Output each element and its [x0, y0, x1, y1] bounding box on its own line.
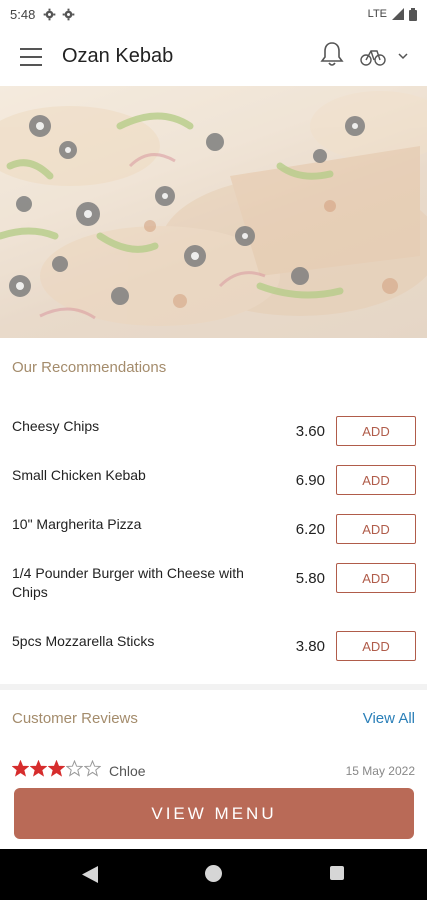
review-rating: [12, 760, 101, 777]
back-icon[interactable]: [82, 866, 98, 883]
status-bar: 5:48 LTE: [0, 0, 427, 28]
home-icon[interactable]: [205, 865, 222, 882]
notification-bell-icon[interactable]: [320, 40, 344, 68]
star-filled-icon: [30, 760, 47, 777]
page-title: Ozan Kebab: [62, 45, 174, 67]
add-button[interactable]: ADD: [336, 465, 416, 495]
status-time: 5:48: [10, 6, 36, 22]
status-indicators: LTE: [367, 7, 417, 21]
chevron-down-icon[interactable]: [397, 50, 409, 62]
settings-gear-icon: [43, 8, 56, 20]
menu-hamburger-icon[interactable]: [20, 48, 42, 66]
star-empty-icon: [66, 760, 83, 777]
battery-icon: [409, 7, 417, 21]
reviews-heading: Customer Reviews: [12, 710, 138, 727]
item-price: 3.60: [295, 423, 325, 440]
item-price: 3.80: [295, 638, 325, 655]
network-type: LTE: [367, 8, 387, 20]
hero-food-image: [0, 86, 427, 338]
add-button[interactable]: ADD: [336, 631, 416, 661]
add-button[interactable]: ADD: [336, 514, 416, 544]
review-date: 15 May 2022: [345, 764, 415, 778]
add-button[interactable]: ADD: [336, 416, 416, 446]
app-bar: Ozan Kebab: [0, 28, 427, 86]
star-filled-icon: [48, 760, 65, 777]
signal-icon: [392, 8, 404, 20]
item-name: Cheesy Chips: [12, 418, 100, 434]
item-name: Small Chicken Kebab: [12, 467, 146, 483]
item-price: 5.80: [295, 570, 325, 587]
item-name: 1/4 Pounder Burger with Cheese with Chip…: [12, 565, 244, 600]
view-menu-button[interactable]: VIEW MENU: [14, 788, 414, 839]
recent-apps-icon[interactable]: [330, 866, 344, 880]
add-button[interactable]: ADD: [336, 563, 416, 593]
view-all-reviews-link[interactable]: View All: [363, 710, 415, 727]
star-empty-icon: [84, 760, 101, 777]
system-nav-bar: [0, 849, 427, 900]
star-filled-icon: [12, 760, 29, 777]
settings-gear-icon: [62, 8, 75, 20]
delivery-bike-icon[interactable]: [360, 46, 386, 66]
recommendations-heading: Our Recommendations: [12, 359, 167, 376]
item-name: 5pcs Mozzarella Sticks: [12, 633, 155, 649]
reviewer-name: Chloe: [109, 763, 146, 779]
item-name: 10" Margherita Pizza: [12, 516, 142, 532]
item-price: 6.90: [295, 472, 325, 489]
item-price: 6.20: [295, 521, 325, 538]
section-divider: [0, 684, 427, 690]
